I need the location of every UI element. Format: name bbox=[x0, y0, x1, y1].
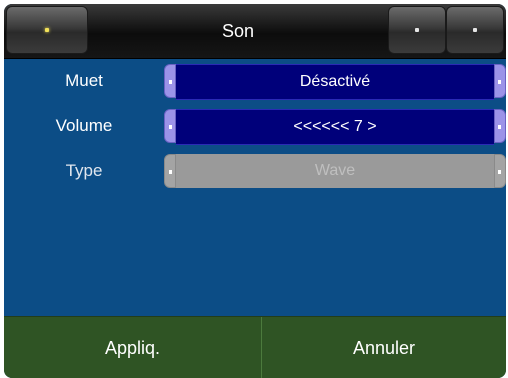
increase-arrow-icon[interactable] bbox=[494, 109, 506, 143]
decrease-arrow-icon[interactable] bbox=[164, 109, 176, 143]
setting-label-volume: Volume bbox=[55, 116, 113, 135]
setting-row-muet: Muet Désactivé bbox=[4, 64, 506, 100]
page-title: Son bbox=[221, 21, 255, 41]
decrease-arrow-icon bbox=[164, 154, 176, 188]
prev-indicator-icon bbox=[415, 28, 419, 32]
muet-selector[interactable]: Désactivé bbox=[164, 64, 506, 100]
sound-settings-screen: Son Muet Désactivé Volume <<<<<< 7 > Typ… bbox=[4, 4, 506, 378]
back-button[interactable] bbox=[6, 6, 88, 54]
back-indicator-icon bbox=[45, 28, 49, 32]
setting-label-muet: Muet bbox=[65, 71, 103, 90]
volume-selector[interactable]: <<<<<< 7 > bbox=[164, 109, 506, 145]
next-indicator-icon bbox=[473, 28, 477, 32]
type-value: Wave bbox=[176, 154, 494, 188]
setting-row-type: Type Wave bbox=[4, 154, 506, 188]
footer-bar: Appliq. Annuler bbox=[4, 316, 506, 378]
decrease-arrow-icon[interactable] bbox=[164, 64, 176, 98]
next-button[interactable] bbox=[446, 6, 504, 54]
type-selector: Wave bbox=[164, 154, 506, 188]
increase-arrow-icon bbox=[494, 154, 506, 188]
title-bar: Son bbox=[4, 4, 506, 59]
prev-button[interactable] bbox=[388, 6, 446, 54]
muet-value: Désactivé bbox=[176, 64, 494, 100]
cancel-button[interactable]: Annuler bbox=[262, 317, 506, 378]
setting-row-volume: Volume <<<<<< 7 > bbox=[4, 109, 506, 145]
setting-label-type: Type bbox=[65, 161, 103, 180]
volume-value: <<<<<< 7 > bbox=[176, 109, 494, 145]
increase-arrow-icon[interactable] bbox=[494, 64, 506, 98]
apply-button[interactable]: Appliq. bbox=[4, 317, 261, 378]
